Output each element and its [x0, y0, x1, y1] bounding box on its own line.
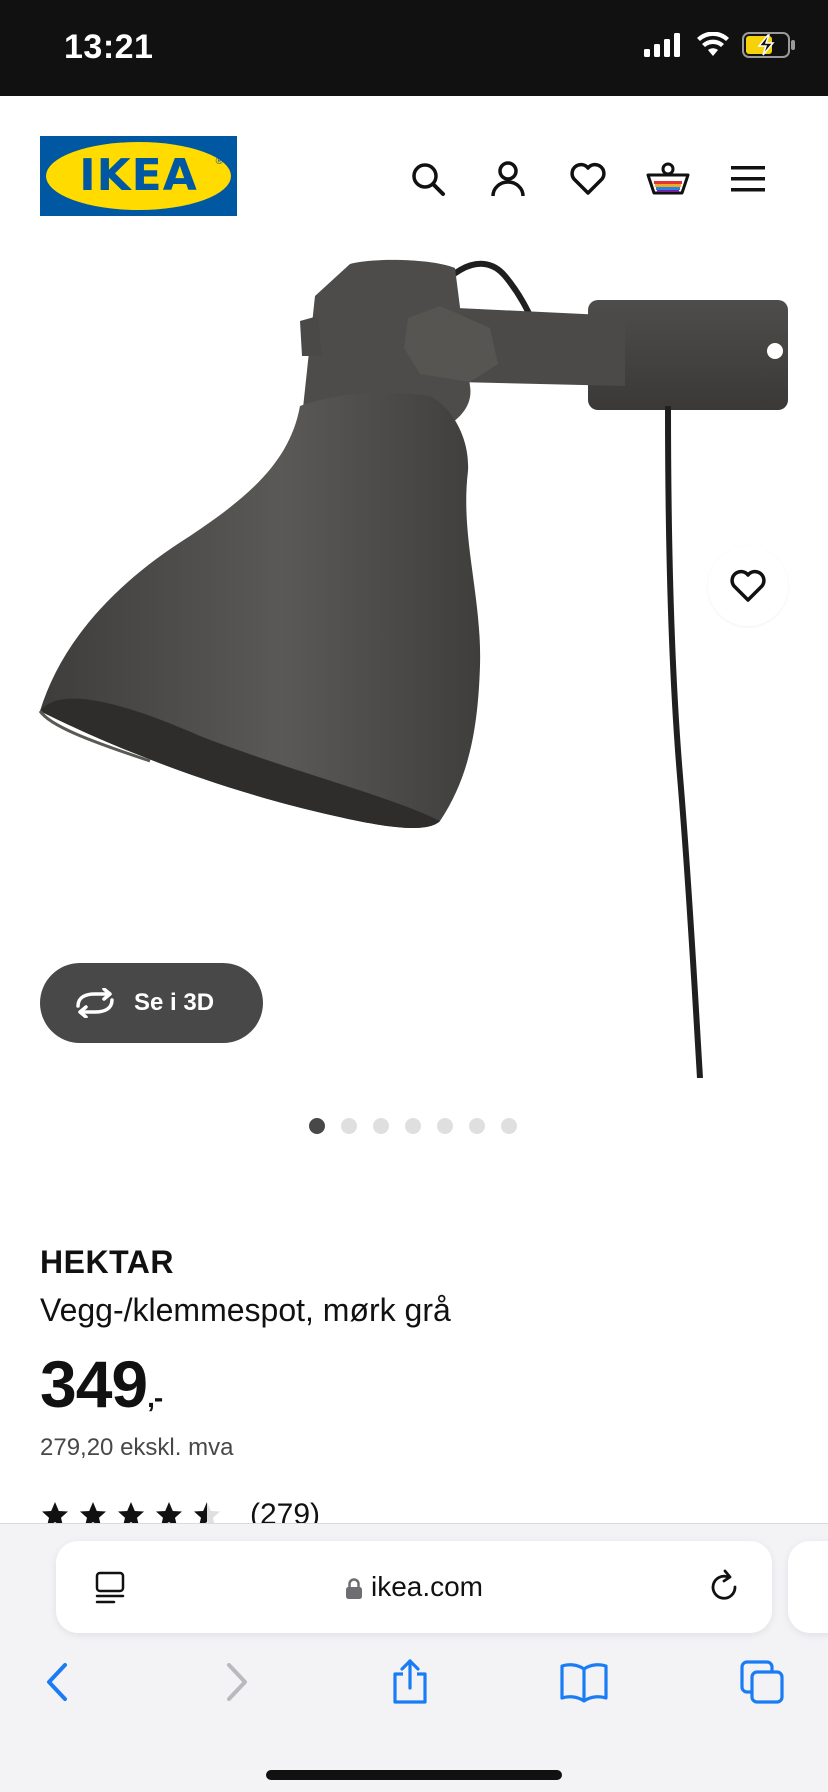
account-icon — [491, 161, 525, 197]
carousel-dot[interactable] — [309, 1118, 325, 1134]
reload-icon[interactable] — [704, 1567, 744, 1607]
basket-icon — [646, 162, 690, 195]
next-tab-preview[interactable] — [788, 1541, 828, 1633]
site-header: IKEA ® — [0, 96, 828, 256]
wifi-icon — [697, 32, 729, 56]
chevron-left-icon — [47, 1663, 67, 1701]
see-in-3d-label: Se i 3D — [134, 989, 215, 1016]
tabs-button[interactable] — [734, 1654, 790, 1710]
menu-button[interactable] — [725, 156, 771, 202]
product-description: Vegg-/klemmespot, mørk grå — [40, 1292, 451, 1328]
lamp-illustration — [38, 259, 788, 1078]
rotate-3d-icon — [76, 988, 114, 1018]
see-in-3d-button[interactable]: Se i 3D — [40, 963, 263, 1043]
product-brand: HEKTAR — [40, 1244, 174, 1280]
address-bar[interactable]: ikea.com — [56, 1541, 772, 1633]
status-icons — [644, 32, 798, 58]
carousel-dot[interactable] — [405, 1118, 421, 1134]
save-to-favourites-button[interactable] — [708, 546, 788, 626]
url-display[interactable]: ikea.com — [56, 1571, 772, 1603]
home-indicator — [266, 1770, 562, 1780]
browser-toolbar: ikea.com — [0, 1523, 828, 1792]
book-icon — [560, 1663, 608, 1703]
logo-registered-mark: ® — [215, 156, 223, 167]
battery-charging-icon — [742, 32, 795, 58]
status-bar: 13:21 — [0, 0, 828, 96]
price-suffix: ,- — [147, 1382, 163, 1413]
image-carousel-dots — [309, 1118, 517, 1134]
carousel-dot[interactable] — [373, 1118, 389, 1134]
basket-button[interactable] — [645, 156, 691, 202]
url-text: ikea.com — [370, 1571, 484, 1602]
favourites-button[interactable] — [565, 156, 611, 202]
price-excl-vat: 279,20 ekskl. mva — [40, 1434, 234, 1461]
carousel-dot[interactable] — [341, 1118, 357, 1134]
heart-icon — [730, 569, 766, 602]
price-value: 349 — [40, 1347, 148, 1421]
status-time: 13:21 — [64, 28, 154, 66]
back-button[interactable] — [30, 1654, 86, 1710]
logo-text: IKEA — [79, 150, 198, 201]
carousel-dot[interactable] — [501, 1118, 517, 1134]
menu-icon — [731, 166, 765, 192]
account-button[interactable] — [485, 156, 531, 202]
ikea-logo[interactable]: IKEA ® — [40, 136, 237, 216]
carousel-dot[interactable] — [469, 1118, 485, 1134]
chevron-right-icon — [227, 1663, 247, 1701]
lock-icon — [345, 1577, 362, 1599]
heart-icon — [570, 162, 606, 195]
share-button[interactable] — [382, 1654, 438, 1710]
search-icon — [412, 163, 445, 196]
product-price: 349,- — [40, 1346, 163, 1422]
product-image[interactable] — [0, 256, 828, 1078]
bookmarks-button[interactable] — [556, 1654, 612, 1710]
tabs-icon — [740, 1660, 784, 1704]
carousel-dot[interactable] — [437, 1118, 453, 1134]
forward-button[interactable] — [208, 1654, 264, 1710]
search-button[interactable] — [405, 156, 451, 202]
cellular-signal-icon — [644, 33, 680, 57]
share-icon — [393, 1659, 427, 1704]
